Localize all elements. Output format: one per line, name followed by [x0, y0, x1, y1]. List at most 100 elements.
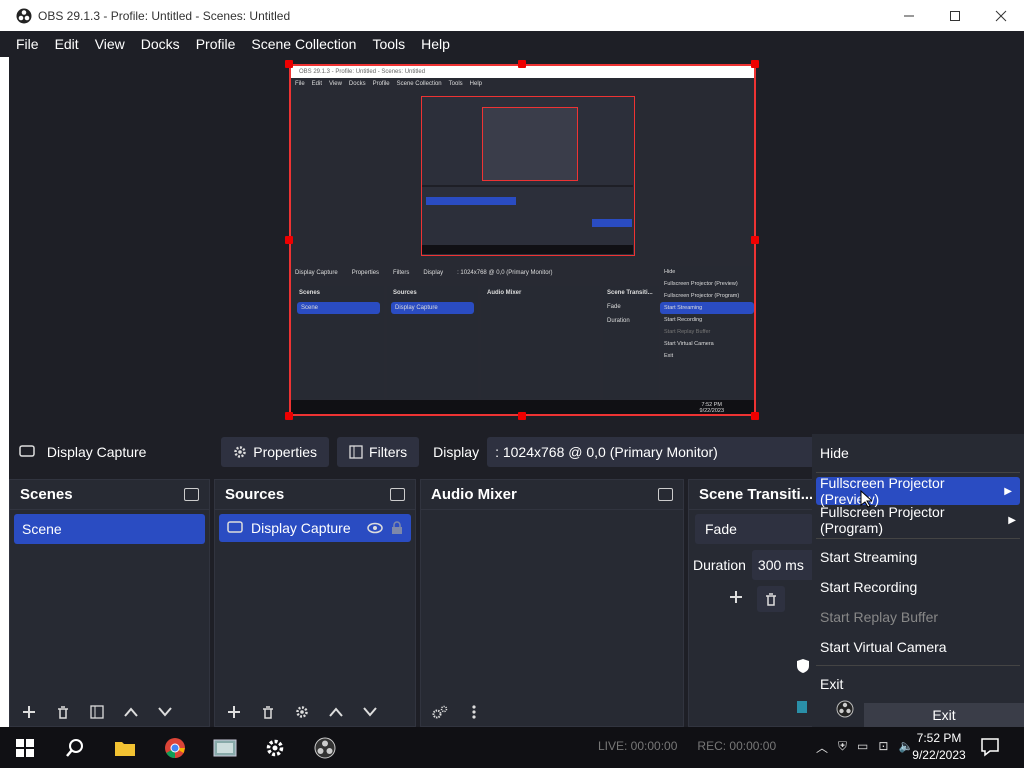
- tray-network-icon[interactable]: ⊡: [878, 739, 888, 756]
- clock[interactable]: 7:52 PM 9/22/2023: [906, 730, 972, 764]
- float-dock-icon[interactable]: [390, 488, 405, 501]
- obs-logo-icon: [314, 737, 336, 758]
- search-icon: [66, 738, 83, 757]
- display-select[interactable]: : 1024x768 @ 0,0 (Primary Monitor): [487, 437, 825, 467]
- app-button[interactable]: [200, 727, 250, 768]
- preview-ctx-source: Display Capture: [295, 270, 338, 276]
- move-source-up-button[interactable]: [325, 701, 347, 723]
- maximize-icon: [950, 10, 960, 21]
- menu-view[interactable]: View: [87, 36, 133, 52]
- trash-icon: [263, 705, 273, 719]
- source-properties-button[interactable]: [291, 701, 313, 723]
- scene-filters-button[interactable]: [86, 701, 108, 723]
- preview-menu-item: View: [329, 81, 342, 87]
- window-title: OBS 29.1.3 - Profile: Untitled - Scenes:…: [38, 8, 291, 23]
- audio-settings-button[interactable]: [429, 701, 451, 723]
- menu-help[interactable]: Help: [413, 36, 458, 52]
- search-button[interactable]: [50, 727, 100, 768]
- gear-icon: [234, 446, 246, 458]
- scene-item-label: Scene: [22, 521, 62, 537]
- menu-item-exit[interactable]: Exit: [812, 670, 1024, 698]
- duration-spinbox[interactable]: 300 ms: [751, 550, 817, 580]
- menu-item-label: Hide: [820, 445, 849, 461]
- remove-transition-button[interactable]: [757, 586, 785, 612]
- preview-dock-audio: Audio Mixer: [481, 286, 600, 399]
- plus-icon: [730, 591, 742, 603]
- menu-item-start-recording[interactable]: Start Recording: [812, 573, 1024, 601]
- minimize-button[interactable]: [886, 0, 932, 31]
- menu-item-fullscreen-program[interactable]: Fullscreen Projector (Program) ▶: [812, 504, 1024, 536]
- source-list-item[interactable]: Display Capture: [219, 514, 411, 542]
- exit-button[interactable]: Exit: [864, 703, 1024, 727]
- menu-item-start-virtual-camera[interactable]: Start Virtual Camera: [812, 633, 1024, 661]
- preview-menu-streaming: Start Streaming: [660, 302, 754, 314]
- properties-button[interactable]: Properties: [221, 437, 330, 467]
- lock-icon[interactable]: [391, 521, 403, 535]
- audio-mixer-dock: Audio Mixer: [420, 479, 684, 727]
- notifications-button[interactable]: [980, 737, 1000, 762]
- live-status: LIVE: 00:00:00: [598, 739, 678, 753]
- filters-button[interactable]: Filters: [337, 437, 420, 467]
- preview-fade: Fade: [607, 304, 621, 310]
- menu-item-fullscreen-preview[interactable]: Fullscreen Projector (Preview) ▶: [816, 475, 1020, 507]
- menu-file[interactable]: File: [8, 36, 47, 52]
- tray-chevron-up-icon[interactable]: ︿: [816, 739, 828, 756]
- maximize-button[interactable]: [932, 0, 978, 31]
- menu-docks[interactable]: Docks: [133, 36, 188, 52]
- source-item-label: Display Capture: [251, 520, 351, 536]
- preview-menu-item: Docks: [348, 81, 366, 87]
- scene-list-item[interactable]: Scene: [14, 514, 205, 544]
- transition-select[interactable]: Fade: [695, 514, 813, 544]
- menu-item-hide[interactable]: Hide: [812, 439, 1024, 467]
- display-select-value: : 1024x768 @ 0,0 (Primary Monitor): [495, 444, 718, 460]
- tray-security-icon[interactable]: ⛨: [838, 739, 847, 756]
- menu-bar: File Edit View Docks Profile Scene Colle…: [0, 31, 1024, 57]
- float-dock-icon[interactable]: [658, 488, 673, 501]
- mouse-cursor-icon: [860, 490, 872, 508]
- resize-handle[interactable]: [751, 236, 759, 244]
- obs-window: OBS 29.1.3 - Profile: Untitled - Scenes:…: [0, 0, 1024, 768]
- tray-display-icon[interactable]: ▭: [857, 739, 868, 756]
- menu-item-start-streaming[interactable]: Start Streaming: [812, 543, 1024, 571]
- close-button[interactable]: [978, 0, 1024, 31]
- preview-menu-exit: Exit: [664, 353, 674, 359]
- add-source-button[interactable]: [223, 701, 245, 723]
- move-scene-up-button[interactable]: [120, 701, 142, 723]
- preview-menu-item: File: [295, 81, 305, 87]
- preview-duration: Duration: [607, 318, 630, 324]
- scenes-dock-header: Scenes: [10, 480, 209, 510]
- file-explorer-button[interactable]: [100, 727, 150, 768]
- preview-canvas[interactable]: OBS 29.1.3 - Profile: Untitled - Scenes:…: [289, 64, 756, 416]
- start-button[interactable]: [0, 727, 50, 768]
- chevron-up-icon: [329, 707, 343, 717]
- resize-handle[interactable]: [285, 412, 293, 420]
- resize-handle[interactable]: [518, 60, 526, 68]
- minimize-icon: [904, 15, 914, 16]
- obs-taskbar-button[interactable]: [300, 727, 350, 768]
- resize-handle[interactable]: [751, 412, 759, 420]
- chrome-button[interactable]: [150, 727, 200, 768]
- menu-scene-collection[interactable]: Scene Collection: [243, 36, 364, 52]
- move-source-down-button[interactable]: [359, 701, 381, 723]
- menu-profile[interactable]: Profile: [188, 36, 244, 52]
- preview-menu-item: Edit: [311, 81, 323, 87]
- add-scene-button[interactable]: [18, 701, 40, 723]
- duration-label: Duration: [693, 557, 746, 573]
- settings-button[interactable]: [250, 727, 300, 768]
- resize-handle[interactable]: [285, 60, 293, 68]
- float-dock-icon[interactable]: [184, 488, 199, 501]
- menu-separator: [816, 665, 1020, 666]
- submenu-arrow-icon: ▶: [1008, 514, 1016, 526]
- resize-handle[interactable]: [518, 412, 526, 420]
- eye-icon[interactable]: [367, 522, 383, 534]
- resize-handle[interactable]: [751, 60, 759, 68]
- preview-nested-source: [468, 197, 516, 205]
- resize-handle[interactable]: [285, 236, 293, 244]
- menu-edit[interactable]: Edit: [47, 36, 87, 52]
- menu-tools[interactable]: Tools: [364, 36, 413, 52]
- move-scene-down-button[interactable]: [154, 701, 176, 723]
- remove-scene-button[interactable]: [52, 701, 74, 723]
- audio-menu-button[interactable]: [463, 701, 485, 723]
- remove-source-button[interactable]: [257, 701, 279, 723]
- add-transition-button[interactable]: [725, 586, 747, 608]
